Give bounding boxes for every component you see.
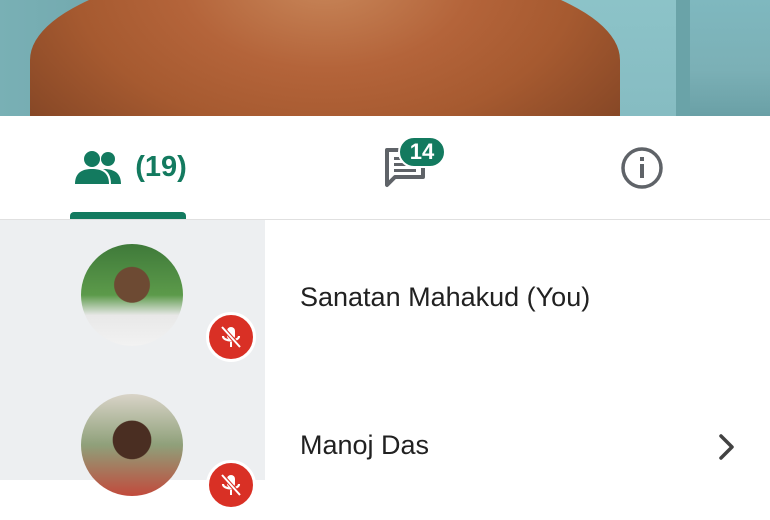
mic-off-icon <box>220 473 242 497</box>
participant-row[interactable]: Sanatan Mahakud (You) <box>0 220 770 370</box>
info-icon <box>621 146 663 189</box>
tab-bar: (19) <box>0 116 770 220</box>
people-icon <box>75 150 122 184</box>
tab-chat[interactable] <box>360 116 450 219</box>
avatar <box>81 394 183 496</box>
video-feed <box>0 0 770 116</box>
participant-row[interactable]: Manoj Das <box>0 370 770 520</box>
speaker-video <box>30 0 620 116</box>
avatar <box>81 244 183 346</box>
mic-off-icon <box>220 325 242 349</box>
participant-list: Sanatan Mahakud (You) Manoj Das <box>0 220 770 510</box>
chevron-right-icon[interactable] <box>714 432 738 462</box>
participant-name: Manoj Das <box>300 430 430 460</box>
tab-people[interactable]: (19) <box>70 116 190 219</box>
mic-off-indicator <box>206 460 256 510</box>
active-tab-indicator <box>70 212 186 219</box>
participant-name: Sanatan Mahakud (You) <box>300 282 591 312</box>
tab-info[interactable] <box>615 116 669 219</box>
chat-unread-badge: 14 <box>398 136 446 168</box>
mic-off-indicator <box>206 312 256 362</box>
people-count: (19) <box>135 151 187 183</box>
